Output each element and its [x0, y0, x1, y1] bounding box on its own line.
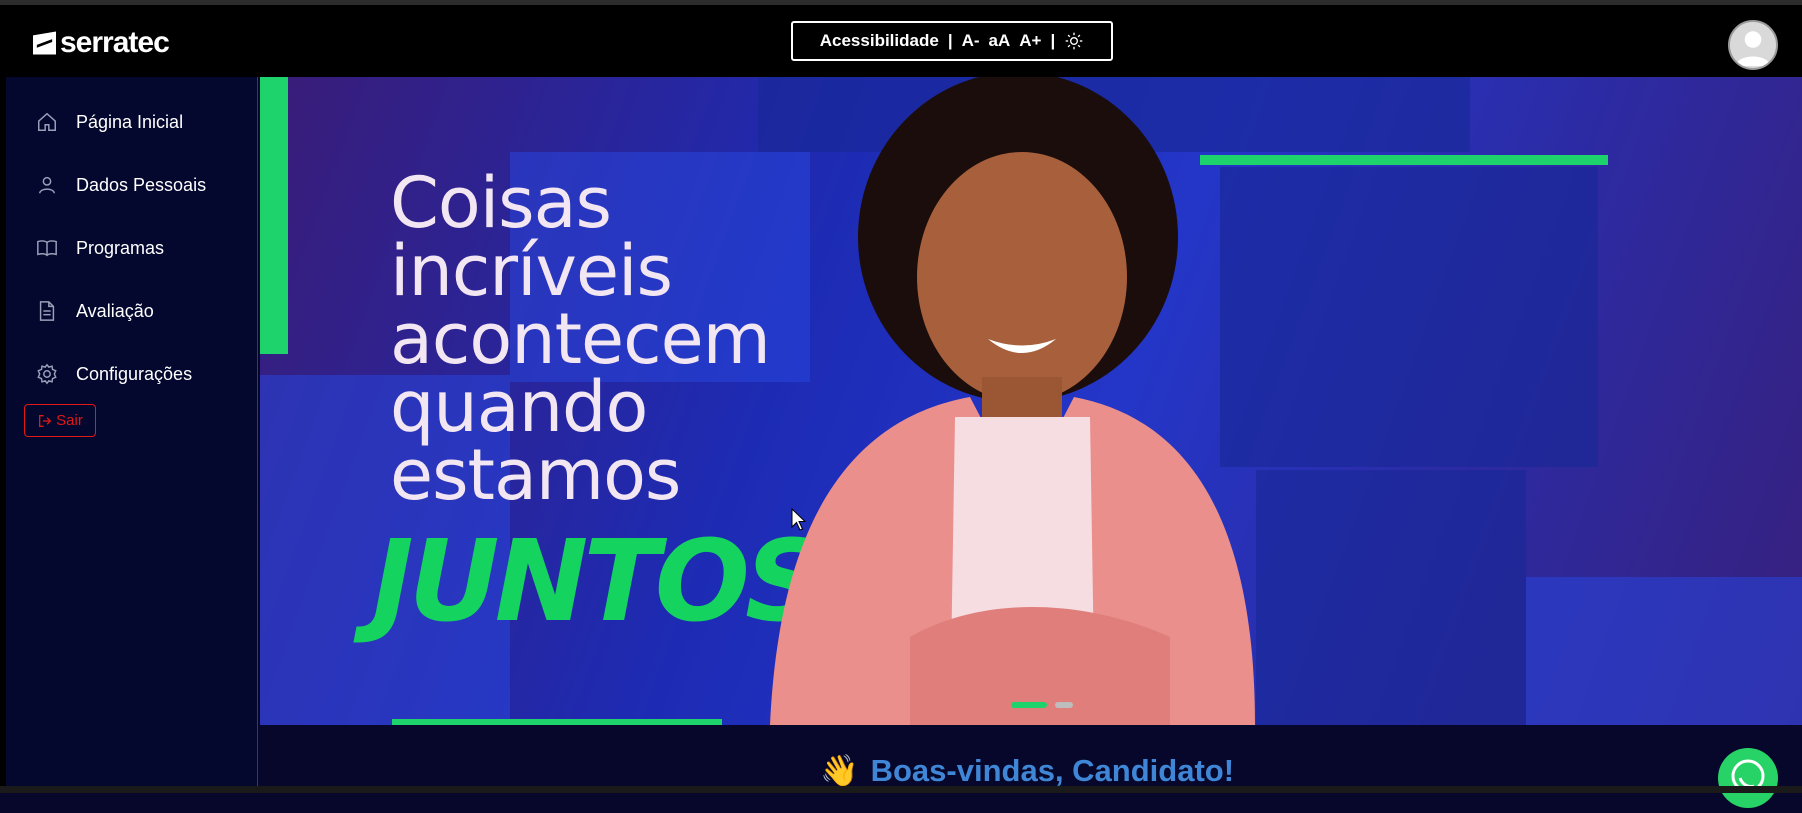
carousel-dot[interactable]: [1055, 702, 1073, 708]
sidebar-item-personal-data[interactable]: Dados Pessoais: [36, 165, 206, 205]
bottom-bar: [0, 786, 1802, 793]
home-icon: [38, 112, 56, 131]
sidebar-item-label: Programas: [76, 237, 165, 258]
logout-label: Sair: [56, 412, 83, 429]
document-icon: [39, 301, 55, 321]
headline-line: estamos: [390, 434, 681, 516]
sidebar-item-label: Dados Pessoais: [76, 174, 207, 195]
banner-person-illustration: [770, 77, 1255, 725]
accessibility-toolbar: Acessibilidade | A- aA A+ |: [791, 21, 1113, 61]
mouse-cursor-icon: [791, 508, 807, 531]
sidebar-item-label: Página Inicial: [76, 111, 184, 132]
user-avatar[interactable]: [1728, 20, 1778, 70]
banner-headline: Coisas incríveis acontecem quando estamo…: [390, 162, 771, 516]
banner-green-accent: [392, 719, 722, 725]
sidebar-item-evaluation[interactable]: Avaliação: [36, 291, 154, 331]
user-icon: [38, 176, 56, 194]
serratec-logo[interactable]: serratec: [33, 26, 170, 59]
sidebar: Página Inicial Dados Pessoais Programas …: [6, 77, 258, 793]
welcome-text: Boas-vindas, Candidato!: [870, 752, 1235, 788]
sun-icon[interactable]: [1064, 31, 1084, 51]
logout-button[interactable]: Sair: [24, 404, 96, 437]
welcome-heading: 👋 Boas-vindas, Candidato!: [820, 752, 1234, 789]
whatsapp-button[interactable]: [1718, 748, 1778, 808]
toolbar-separator: |: [1050, 31, 1056, 50]
logo-text: serratec: [60, 26, 170, 59]
banner-green-accent: [260, 77, 288, 354]
banner-photo-tile: [1256, 470, 1526, 725]
waving-hand-icon: 👋: [820, 753, 859, 788]
sidebar-item-programs[interactable]: Programas: [36, 228, 164, 268]
sidebar-item-home[interactable]: Página Inicial: [36, 102, 183, 142]
sidebar-item-settings[interactable]: Configurações: [36, 354, 192, 394]
toolbar-separator: |: [947, 31, 953, 50]
top-header: serratec Acessibilidade | A- aA A+ |: [0, 5, 1802, 77]
gear-icon: [37, 363, 57, 385]
serratec-logo-icon: [33, 31, 56, 55]
banner-photo-tile: [1220, 167, 1598, 467]
logout-icon: [39, 414, 52, 427]
carousel-indicators: [1011, 702, 1073, 708]
accessibility-label: Acessibilidade: [819, 31, 939, 50]
headline-line: acontecem: [390, 298, 771, 380]
headline-line: Coisas: [390, 162, 612, 244]
headline-line: incríveis: [390, 230, 673, 312]
sidebar-item-label: Avaliação: [76, 300, 154, 321]
banner-photo-tile: [1526, 577, 1802, 725]
hero-banner: Coisas incríveis acontecem quando estamo…: [260, 77, 1802, 725]
headline-line: quando: [390, 366, 648, 448]
font-decrease-button[interactable]: A-: [962, 31, 980, 51]
sidebar-item-label: Configurações: [76, 363, 193, 384]
whatsapp-icon: [1731, 759, 1765, 793]
book-icon: [37, 240, 57, 257]
font-reset-button[interactable]: aA: [989, 31, 1011, 51]
carousel-dot-active[interactable]: [1011, 702, 1047, 708]
user-avatar-icon: [1735, 31, 1771, 67]
font-increase-button[interactable]: A+: [1019, 31, 1041, 51]
